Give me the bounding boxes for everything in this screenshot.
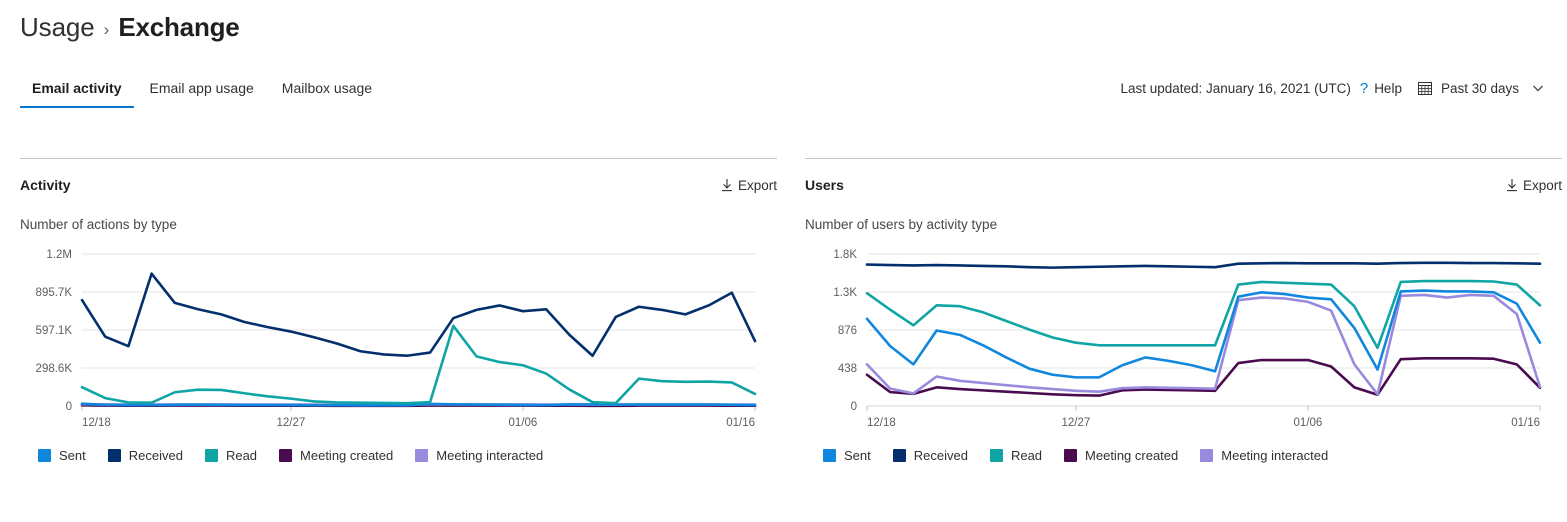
legend-label-sent: Sent xyxy=(844,448,871,463)
svg-text:438: 438 xyxy=(838,363,857,375)
svg-text:0: 0 xyxy=(66,401,72,413)
activity-legend: Sent Received Read Meeting created Meeti… xyxy=(20,448,777,463)
legend-item-meeting-created[interactable]: Meeting created xyxy=(1064,448,1178,463)
legend-item-read[interactable]: Read xyxy=(204,448,258,463)
legend-label-meeting-interacted: Meeting interacted xyxy=(436,448,544,463)
legend-label-meeting-interacted: Meeting interacted xyxy=(1221,448,1329,463)
download-icon xyxy=(720,178,734,193)
activity-chart[interactable]: 0 298.6K 597.1K 895.7K 1.2M 12/18 12/27 01/06 01… xyxy=(20,246,777,436)
legend-swatch-read xyxy=(989,449,1003,462)
legend-item-meeting-interacted[interactable]: Meeting interacted xyxy=(415,448,543,463)
legend-swatch-meeting-created xyxy=(1064,449,1078,462)
calendar-icon xyxy=(1417,80,1433,96)
svg-text:01/06: 01/06 xyxy=(1294,417,1323,429)
legend-label-received: Received xyxy=(128,448,183,463)
svg-text:01/16: 01/16 xyxy=(1511,417,1540,429)
legend-item-sent[interactable]: Sent xyxy=(38,448,86,463)
legend-item-received[interactable]: Received xyxy=(892,448,968,463)
svg-text:12/18: 12/18 xyxy=(867,417,896,429)
users-chart[interactable]: 0 438 876 1.3K 1.8K 12/18 12/27 01/06 01/16 xyxy=(805,246,1562,436)
users-card-subtitle: Number of users by activity type xyxy=(805,217,998,232)
svg-text:12/27: 12/27 xyxy=(1061,417,1090,429)
legend-item-meeting-created[interactable]: Meeting created xyxy=(279,448,393,463)
tab-email-activity[interactable]: Email activity xyxy=(18,76,136,108)
date-range-picker[interactable]: Past 30 days xyxy=(1417,80,1545,96)
activity-card-subtitle: Number of actions by type xyxy=(20,217,177,232)
legend-swatch-meeting-interacted xyxy=(415,449,429,462)
users-export-label: Export xyxy=(1522,177,1562,193)
users-card: Users Export Number of users by activity… xyxy=(805,158,1562,463)
chevron-down-icon[interactable] xyxy=(1531,81,1545,95)
svg-text:298.6K: 298.6K xyxy=(36,363,73,375)
last-updated-text: Last updated: January 16, 2021 (UTC) xyxy=(1120,80,1351,96)
users-chart-svg: 0 438 876 1.3K 1.8K 12/18 12/27 01/06 01/16 xyxy=(833,249,1542,429)
legend-swatch-sent xyxy=(823,449,836,462)
legend-item-sent[interactable]: Sent xyxy=(823,448,871,463)
svg-text:0: 0 xyxy=(851,401,857,413)
legend-swatch-sent xyxy=(38,449,51,462)
legend-label-sent: Sent xyxy=(59,448,86,463)
legend-label-meeting-created: Meeting created xyxy=(300,448,394,463)
legend-swatch-received xyxy=(892,449,906,462)
legend-swatch-meeting-created xyxy=(279,449,293,462)
legend-swatch-read xyxy=(204,449,218,462)
svg-text:876: 876 xyxy=(838,325,857,337)
legend-swatch-meeting-interacted xyxy=(1200,449,1214,462)
activity-export-label: Export xyxy=(737,177,777,193)
breadcrumb-separator-icon: › xyxy=(103,19,110,39)
legend-label-received: Received xyxy=(913,448,968,463)
activity-chart-svg: 0 298.6K 597.1K 895.7K 1.2M 12/18 12/27 01/06 01… xyxy=(36,249,757,429)
download-icon xyxy=(1505,178,1519,193)
users-card-header: Users Export xyxy=(805,159,1562,193)
activity-card: Activity Export Number of actions by typ… xyxy=(20,158,777,463)
users-card-title: Users xyxy=(805,177,844,193)
svg-text:12/27: 12/27 xyxy=(276,417,305,429)
breadcrumb-parent-usage[interactable]: Usage xyxy=(20,12,95,43)
svg-text:895.7K: 895.7K xyxy=(36,287,73,299)
tab-email-app-usage[interactable]: Email app usage xyxy=(136,76,268,108)
legend-label-meeting-created: Meeting created xyxy=(1085,448,1179,463)
activity-card-header: Activity Export xyxy=(20,159,777,193)
breadcrumb: Usage › Exchange xyxy=(20,12,240,43)
svg-text:12/18: 12/18 xyxy=(82,417,111,429)
legend-label-read: Read xyxy=(1010,448,1043,463)
svg-text:01/06: 01/06 xyxy=(509,417,538,429)
header-controls: Last updated: January 16, 2021 (UTC) ? H… xyxy=(1120,80,1545,96)
svg-text:1.8K: 1.8K xyxy=(833,249,857,261)
svg-text:1.3K: 1.3K xyxy=(833,287,857,299)
legend-label-read: Read xyxy=(225,448,258,463)
activity-export-button[interactable]: Export xyxy=(720,178,777,193)
legend-item-meeting-interacted[interactable]: Meeting interacted xyxy=(1200,448,1328,463)
date-range-label: Past 30 days xyxy=(1440,80,1519,96)
tab-mailbox-usage[interactable]: Mailbox usage xyxy=(268,76,386,108)
users-export-button[interactable]: Export xyxy=(1505,178,1562,193)
svg-text:1.2M: 1.2M xyxy=(46,249,72,261)
question-mark-icon: ? xyxy=(1359,79,1369,97)
help-label: Help xyxy=(1374,80,1402,96)
legend-item-received[interactable]: Received xyxy=(107,448,183,463)
svg-text:597.1K: 597.1K xyxy=(36,325,73,337)
legend-item-read[interactable]: Read xyxy=(989,448,1043,463)
tab-list: Email activity Email app usage Mailbox u… xyxy=(18,76,386,108)
legend-swatch-received xyxy=(107,449,121,462)
activity-card-title: Activity xyxy=(20,177,71,193)
help-button[interactable]: ? Help xyxy=(1360,81,1402,96)
page-title: Exchange xyxy=(118,12,240,42)
svg-text:01/16: 01/16 xyxy=(726,417,755,429)
users-legend: Sent Received Read Meeting created Meeti… xyxy=(805,448,1562,463)
